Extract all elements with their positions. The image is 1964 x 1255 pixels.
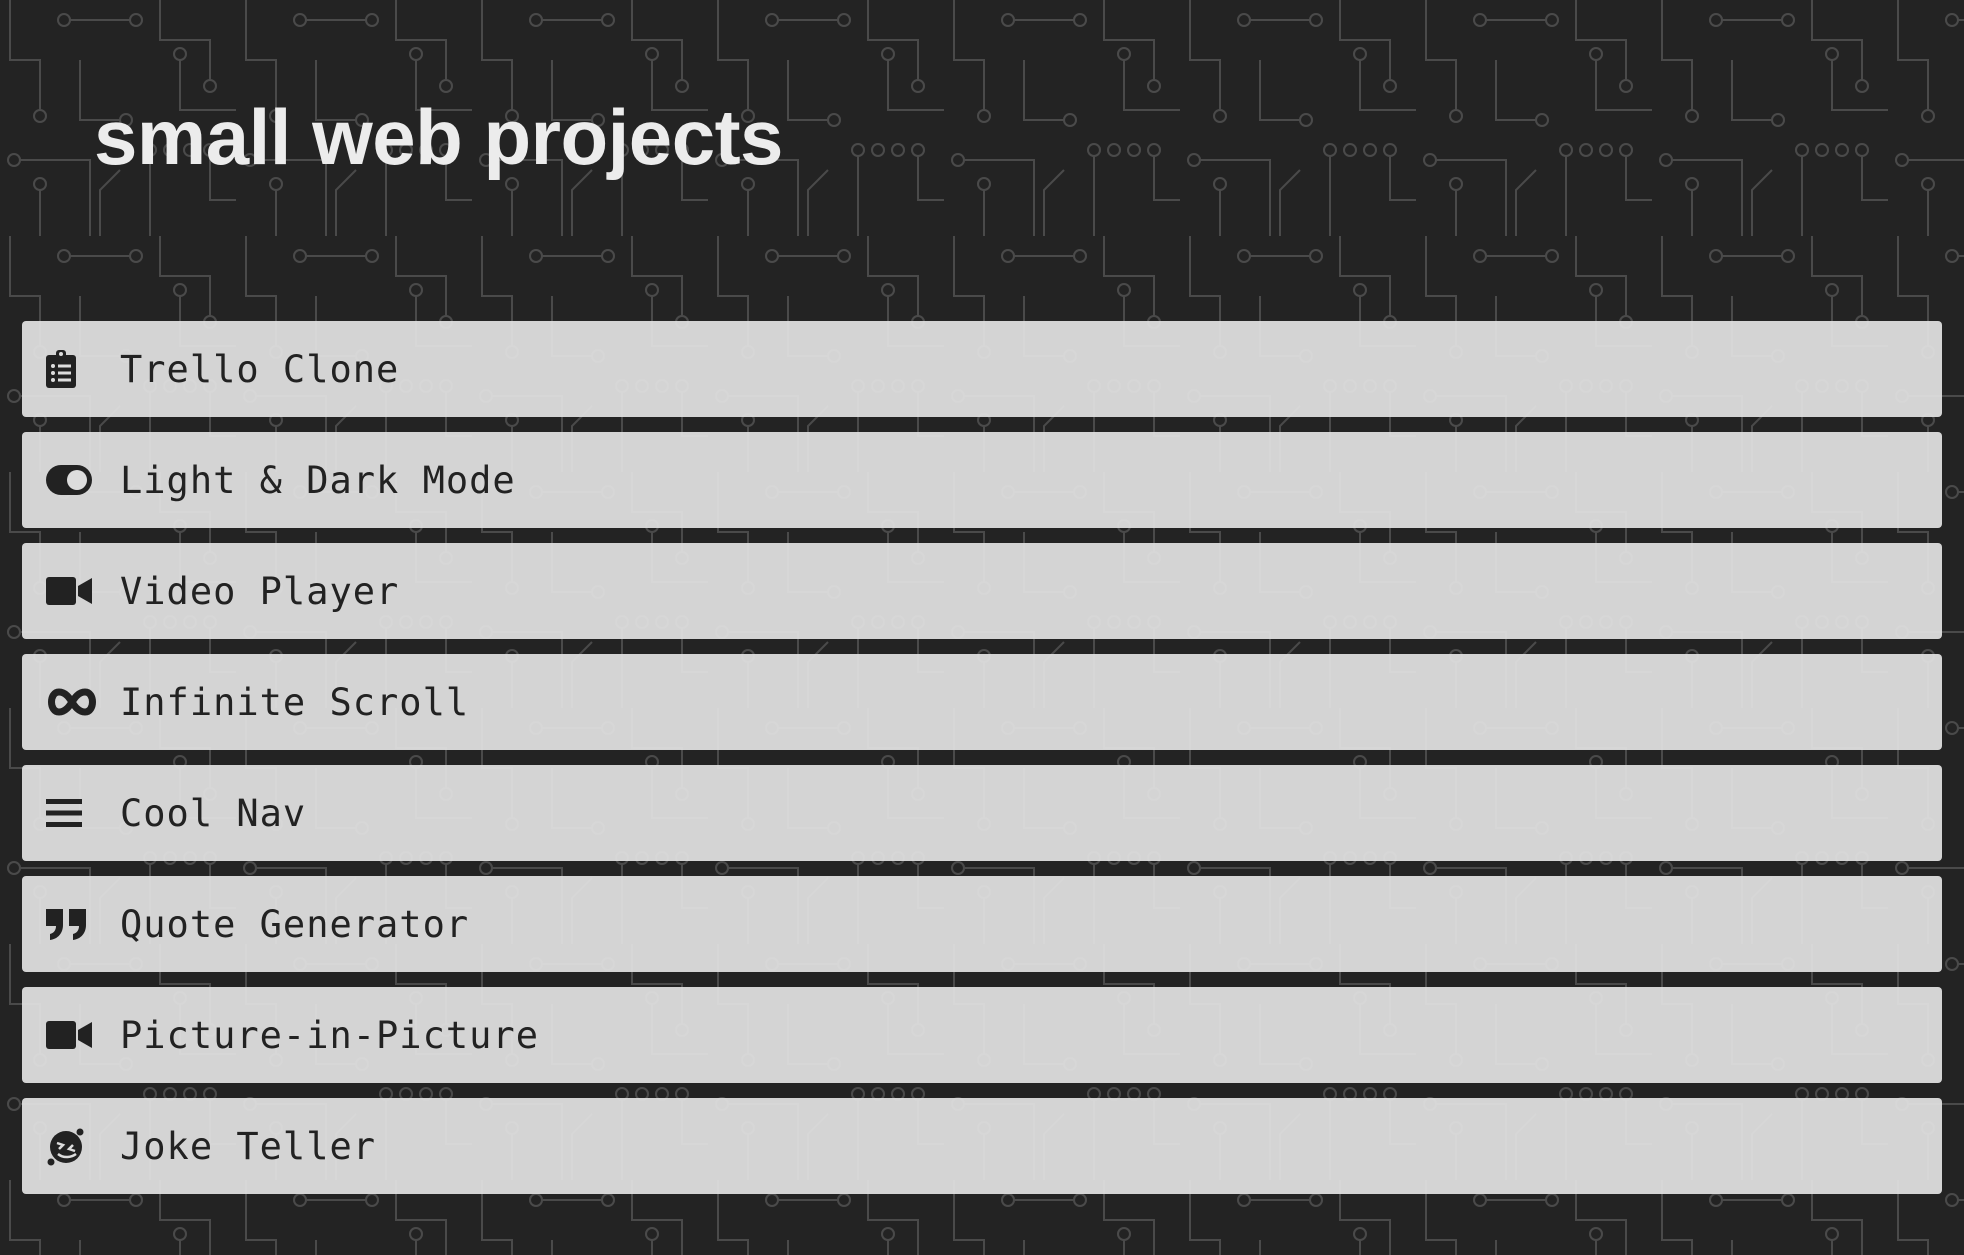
project-label: Picture-in-Picture: [120, 1013, 539, 1057]
project-label: Cool Nav: [120, 791, 307, 835]
project-label: Trello Clone: [120, 347, 400, 391]
project-link-joke-teller[interactable]: Joke Teller: [22, 1098, 1942, 1194]
project-link-quote-generator[interactable]: Quote Generator: [22, 876, 1942, 972]
project-label: Light & Dark Mode: [120, 458, 516, 502]
grin-squint-tears-icon: [46, 1126, 98, 1166]
hamburger-menu-icon: [46, 793, 98, 833]
project-label: Video Player: [120, 569, 400, 613]
project-link-light-dark-mode[interactable]: Light & Dark Mode: [22, 432, 1942, 528]
project-link-picture-in-picture[interactable]: Picture-in-Picture: [22, 987, 1942, 1083]
infinity-icon: [46, 682, 98, 722]
project-link-trello-clone[interactable]: Trello Clone: [22, 321, 1942, 417]
project-label: Quote Generator: [120, 902, 470, 946]
page-title: small web projects: [94, 93, 783, 181]
project-link-infinite-scroll[interactable]: Infinite Scroll: [22, 654, 1942, 750]
toggle-icon: [46, 460, 98, 500]
project-link-video-player[interactable]: Video Player: [22, 543, 1942, 639]
quote-right-icon: [46, 904, 98, 944]
project-label: Joke Teller: [120, 1124, 377, 1168]
project-label: Infinite Scroll: [120, 680, 470, 724]
video-camera-icon: [46, 1015, 98, 1055]
project-list: Trello Clone Light & Dark Mode Video Pla…: [22, 321, 1942, 1209]
video-camera-icon: [46, 571, 98, 611]
project-link-cool-nav[interactable]: Cool Nav: [22, 765, 1942, 861]
clipboard-list-icon: [46, 349, 98, 389]
